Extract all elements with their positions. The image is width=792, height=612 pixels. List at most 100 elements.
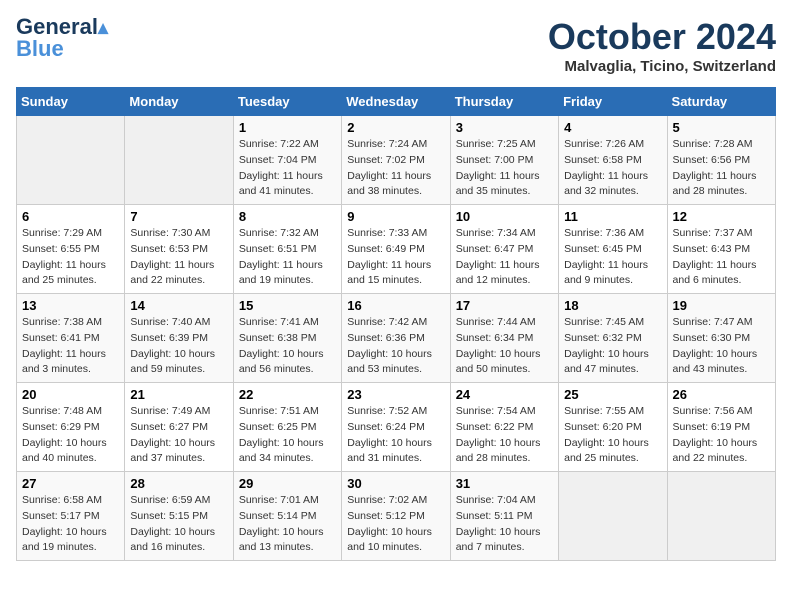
week-row-2: 6 Sunrise: 7:29 AMSunset: 6:55 PMDaylight… bbox=[17, 205, 776, 294]
week-row-3: 13 Sunrise: 7:38 AMSunset: 6:41 PMDayligh… bbox=[17, 294, 776, 383]
day-number: 12 bbox=[673, 209, 770, 224]
day-number: 21 bbox=[130, 387, 227, 402]
calendar-cell: 16 Sunrise: 7:42 AMSunset: 6:36 PMDayligh… bbox=[342, 294, 450, 383]
day-info: Sunrise: 7:47 AMSunset: 6:30 PMDaylight:… bbox=[673, 315, 770, 378]
day-info: Sunrise: 7:32 AMSunset: 6:51 PMDaylight:… bbox=[239, 226, 336, 289]
day-number: 7 bbox=[130, 209, 227, 224]
day-info: Sunrise: 7:48 AMSunset: 6:29 PMDaylight:… bbox=[22, 404, 119, 467]
day-info: Sunrise: 7:44 AMSunset: 6:34 PMDaylight:… bbox=[456, 315, 553, 378]
header-monday: Monday bbox=[125, 88, 233, 116]
day-info: Sunrise: 7:22 AMSunset: 7:04 PMDaylight:… bbox=[239, 137, 336, 200]
day-info: Sunrise: 6:59 AMSunset: 5:15 PMDaylight:… bbox=[130, 493, 227, 556]
day-number: 20 bbox=[22, 387, 119, 402]
calendar-cell: 6 Sunrise: 7:29 AMSunset: 6:55 PMDaylight… bbox=[17, 205, 125, 294]
calendar-cell: 27 Sunrise: 6:58 AMSunset: 5:17 PMDayligh… bbox=[17, 472, 125, 561]
calendar-cell: 20 Sunrise: 7:48 AMSunset: 6:29 PMDayligh… bbox=[17, 383, 125, 472]
calendar-cell: 26 Sunrise: 7:56 AMSunset: 6:19 PMDayligh… bbox=[667, 383, 775, 472]
calendar-table: SundayMondayTuesdayWednesdayThursdayFrid… bbox=[16, 87, 776, 561]
day-info: Sunrise: 7:25 AMSunset: 7:00 PMDaylight:… bbox=[456, 137, 553, 200]
day-info: Sunrise: 7:02 AMSunset: 5:12 PMDaylight:… bbox=[347, 493, 444, 556]
day-info: Sunrise: 7:54 AMSunset: 6:22 PMDaylight:… bbox=[456, 404, 553, 467]
day-number: 6 bbox=[22, 209, 119, 224]
calendar-cell bbox=[559, 472, 667, 561]
day-info: Sunrise: 7:04 AMSunset: 5:11 PMDaylight:… bbox=[456, 493, 553, 556]
header-sunday: Sunday bbox=[17, 88, 125, 116]
day-number: 13 bbox=[22, 298, 119, 313]
week-row-5: 27 Sunrise: 6:58 AMSunset: 5:17 PMDayligh… bbox=[17, 472, 776, 561]
day-number: 23 bbox=[347, 387, 444, 402]
calendar-cell: 31 Sunrise: 7:04 AMSunset: 5:11 PMDayligh… bbox=[450, 472, 558, 561]
calendar-cell: 14Sunrise: 7:40 AMSunset: 6:39 PMDayligh… bbox=[125, 294, 233, 383]
day-number: 27 bbox=[22, 476, 119, 491]
calendar-header-row: SundayMondayTuesdayWednesdayThursdayFrid… bbox=[17, 88, 776, 116]
calendar-cell: 5Sunrise: 7:28 AMSunset: 6:56 PMDaylight… bbox=[667, 116, 775, 205]
calendar-cell bbox=[667, 472, 775, 561]
header-thursday: Thursday bbox=[450, 88, 558, 116]
calendar-cell: 10Sunrise: 7:34 AMSunset: 6:47 PMDayligh… bbox=[450, 205, 558, 294]
calendar-cell: 1 Sunrise: 7:22 AMSunset: 7:04 PMDaylight… bbox=[233, 116, 341, 205]
calendar-cell: 11Sunrise: 7:36 AMSunset: 6:45 PMDayligh… bbox=[559, 205, 667, 294]
day-number: 31 bbox=[456, 476, 553, 491]
day-info: Sunrise: 7:56 AMSunset: 6:19 PMDaylight:… bbox=[673, 404, 770, 467]
day-info: Sunrise: 7:28 AMSunset: 6:56 PMDaylight:… bbox=[673, 137, 770, 200]
day-info: Sunrise: 7:26 AMSunset: 6:58 PMDaylight:… bbox=[564, 137, 661, 200]
calendar-cell: 17 Sunrise: 7:44 AMSunset: 6:34 PMDayligh… bbox=[450, 294, 558, 383]
logo-bird-icon: ▴ bbox=[98, 17, 108, 39]
week-row-1: 1 Sunrise: 7:22 AMSunset: 7:04 PMDaylight… bbox=[17, 116, 776, 205]
day-number: 30 bbox=[347, 476, 444, 491]
calendar-cell: 24Sunrise: 7:54 AMSunset: 6:22 PMDayligh… bbox=[450, 383, 558, 472]
day-number: 19 bbox=[673, 298, 770, 313]
calendar-cell: 13 Sunrise: 7:38 AMSunset: 6:41 PMDayligh… bbox=[17, 294, 125, 383]
day-info: Sunrise: 7:33 AMSunset: 6:49 PMDaylight:… bbox=[347, 226, 444, 289]
day-info: Sunrise: 7:24 AMSunset: 7:02 PMDaylight:… bbox=[347, 137, 444, 200]
day-number: 10 bbox=[456, 209, 553, 224]
calendar-cell: 15Sunrise: 7:41 AMSunset: 6:38 PMDayligh… bbox=[233, 294, 341, 383]
calendar-cell: 12 Sunrise: 7:37 AMSunset: 6:43 PMDayligh… bbox=[667, 205, 775, 294]
day-info: Sunrise: 7:49 AMSunset: 6:27 PMDaylight:… bbox=[130, 404, 227, 467]
page-header: General▴ Blue October 2024 Malvaglia, Ti… bbox=[16, 16, 776, 75]
day-number: 22 bbox=[239, 387, 336, 402]
day-info: Sunrise: 7:01 AMSunset: 5:14 PMDaylight:… bbox=[239, 493, 336, 556]
day-info: Sunrise: 7:51 AMSunset: 6:25 PMDaylight:… bbox=[239, 404, 336, 467]
day-info: Sunrise: 7:36 AMSunset: 6:45 PMDaylight:… bbox=[564, 226, 661, 289]
calendar-cell: 3 Sunrise: 7:25 AMSunset: 7:00 PMDaylight… bbox=[450, 116, 558, 205]
calendar-cell bbox=[125, 116, 233, 205]
logo: General▴ Blue bbox=[16, 16, 108, 60]
day-info: Sunrise: 7:40 AMSunset: 6:39 PMDaylight:… bbox=[130, 315, 227, 378]
week-row-4: 20 Sunrise: 7:48 AMSunset: 6:29 PMDayligh… bbox=[17, 383, 776, 472]
day-number: 16 bbox=[347, 298, 444, 313]
calendar-cell: 18Sunrise: 7:45 AMSunset: 6:32 PMDayligh… bbox=[559, 294, 667, 383]
calendar-cell: 23 Sunrise: 7:52 AMSunset: 6:24 PMDayligh… bbox=[342, 383, 450, 472]
day-info: Sunrise: 7:30 AMSunset: 6:53 PMDaylight:… bbox=[130, 226, 227, 289]
location: Malvaglia, Ticino, Switzerland bbox=[548, 58, 776, 75]
day-info: Sunrise: 7:55 AMSunset: 6:20 PMDaylight:… bbox=[564, 404, 661, 467]
header-saturday: Saturday bbox=[667, 88, 775, 116]
day-number: 28 bbox=[130, 476, 227, 491]
day-number: 25 bbox=[564, 387, 661, 402]
day-number: 8 bbox=[239, 209, 336, 224]
calendar-cell: 21 Sunrise: 7:49 AMSunset: 6:27 PMDayligh… bbox=[125, 383, 233, 472]
calendar-cell: 28 Sunrise: 6:59 AMSunset: 5:15 PMDayligh… bbox=[125, 472, 233, 561]
calendar-cell: 8 Sunrise: 7:32 AMSunset: 6:51 PMDaylight… bbox=[233, 205, 341, 294]
day-info: Sunrise: 7:42 AMSunset: 6:36 PMDaylight:… bbox=[347, 315, 444, 378]
title-block: October 2024 Malvaglia, Ticino, Switzerl… bbox=[548, 16, 776, 75]
month-title: October 2024 bbox=[548, 16, 776, 58]
day-info: Sunrise: 6:58 AMSunset: 5:17 PMDaylight:… bbox=[22, 493, 119, 556]
day-number: 26 bbox=[673, 387, 770, 402]
day-info: Sunrise: 7:38 AMSunset: 6:41 PMDaylight:… bbox=[22, 315, 119, 378]
day-info: Sunrise: 7:45 AMSunset: 6:32 PMDaylight:… bbox=[564, 315, 661, 378]
day-number: 1 bbox=[239, 120, 336, 135]
day-info: Sunrise: 7:52 AMSunset: 6:24 PMDaylight:… bbox=[347, 404, 444, 467]
calendar-cell: 19 Sunrise: 7:47 AMSunset: 6:30 PMDayligh… bbox=[667, 294, 775, 383]
day-info: Sunrise: 7:29 AMSunset: 6:55 PMDaylight:… bbox=[22, 226, 119, 289]
calendar-cell: 7 Sunrise: 7:30 AMSunset: 6:53 PMDaylight… bbox=[125, 205, 233, 294]
day-number: 15 bbox=[239, 298, 336, 313]
calendar-cell: 25 Sunrise: 7:55 AMSunset: 6:20 PMDayligh… bbox=[559, 383, 667, 472]
header-tuesday: Tuesday bbox=[233, 88, 341, 116]
day-number: 9 bbox=[347, 209, 444, 224]
calendar-cell: 9 Sunrise: 7:33 AMSunset: 6:49 PMDaylight… bbox=[342, 205, 450, 294]
day-number: 17 bbox=[456, 298, 553, 313]
day-info: Sunrise: 7:37 AMSunset: 6:43 PMDaylight:… bbox=[673, 226, 770, 289]
day-number: 3 bbox=[456, 120, 553, 135]
day-number: 29 bbox=[239, 476, 336, 491]
